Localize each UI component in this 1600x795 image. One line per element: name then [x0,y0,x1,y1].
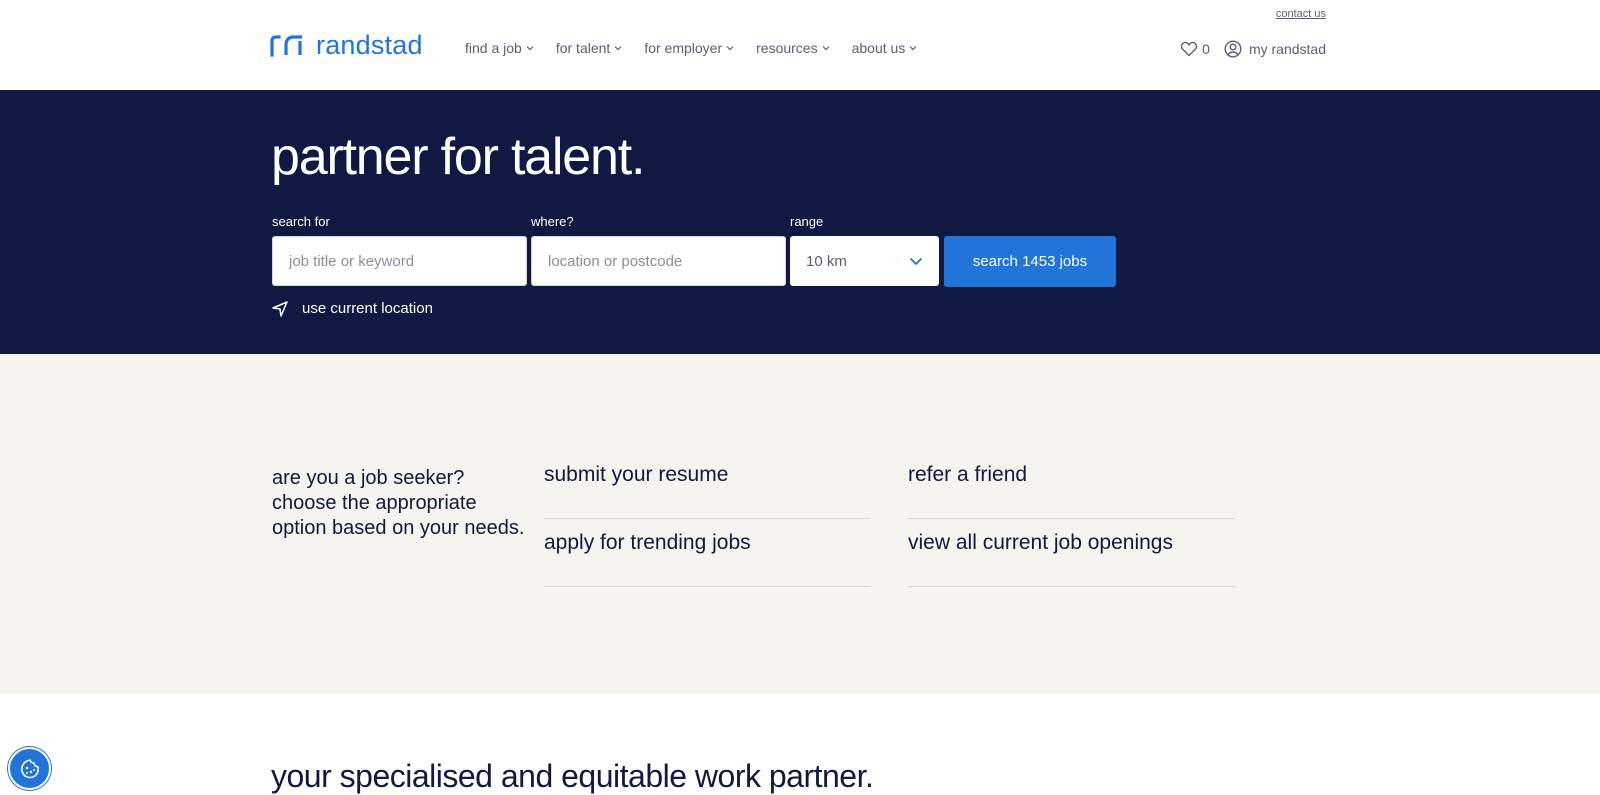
nav-label: resources [756,40,818,56]
nav-resources[interactable]: resources [756,40,830,56]
location-input[interactable] [532,237,785,285]
view-all-openings-link[interactable]: view all current job openings [908,519,1235,587]
search-jobs-button[interactable]: search 1453 jobs [944,236,1116,287]
cookie-icon [20,758,39,778]
trending-jobs-link[interactable]: apply for trending jobs [544,519,871,587]
account-label: my randstad [1248,41,1326,57]
keyword-field [272,236,527,286]
location-arrow-icon [272,300,288,317]
chevron-down-icon [909,46,917,51]
main-nav: find a job for talent for employer resou… [465,40,939,56]
randstad-logo[interactable]: randstad [270,32,423,59]
use-current-location-button[interactable]: use current location [272,300,433,317]
use-location-label: use current location [302,300,433,317]
contact-us-link[interactable]: contact us [1276,8,1326,20]
nav-label: for talent [555,40,611,56]
nav-label: for employer [644,40,723,56]
search-label: search for [272,214,330,229]
options-column-1: submit your resume apply for trending jo… [544,451,871,587]
range-select[interactable]: 10 km [790,236,939,286]
chevron-down-icon [526,46,534,51]
cookie-settings-button[interactable] [8,747,51,790]
chevron-down-icon [822,46,830,51]
nav-find-a-job[interactable]: find a job [465,40,534,56]
randstad-logo-icon [270,34,302,57]
submit-resume-link[interactable]: submit your resume [544,451,871,519]
chevron-down-icon [726,46,734,51]
refer-friend-link[interactable]: refer a friend [908,451,1235,519]
site-header: contact us randstad find a job for talen… [0,0,1600,90]
nav-label: find a job [465,40,522,56]
logo-text: randstad [316,30,423,60]
location-field [531,236,786,286]
nav-label: about us [851,40,906,56]
nav-for-talent[interactable]: for talent [556,40,622,56]
nav-about-us[interactable]: about us [852,40,918,56]
chevron-down-icon [614,46,622,51]
section-title: your specialised and equitable work part… [271,758,874,794]
hero-search: partner for talent. search for where? ra… [0,90,1600,354]
options-column-2: refer a friend view all current job open… [908,451,1235,587]
hero-title: partner for talent. [271,128,645,186]
header-tools: 0 my randstad [1180,40,1326,58]
favorites-button[interactable]: 0 [1180,40,1210,58]
keyword-input[interactable] [273,237,526,285]
range-label: range [790,214,824,229]
favorites-count: 0 [1202,41,1210,57]
options-intro: are you a job seeker? choose the appropr… [272,467,525,539]
where-label: where? [531,214,574,229]
nav-for-employer[interactable]: for employer [644,40,734,56]
job-seeker-options: are you a job seeker? choose the appropr… [0,354,1600,694]
range-value: 10 km [806,252,847,270]
my-randstad-button[interactable]: my randstad [1224,40,1326,58]
heart-icon [1180,41,1198,57]
chevron-down-icon [909,257,923,266]
user-icon [1224,40,1242,58]
